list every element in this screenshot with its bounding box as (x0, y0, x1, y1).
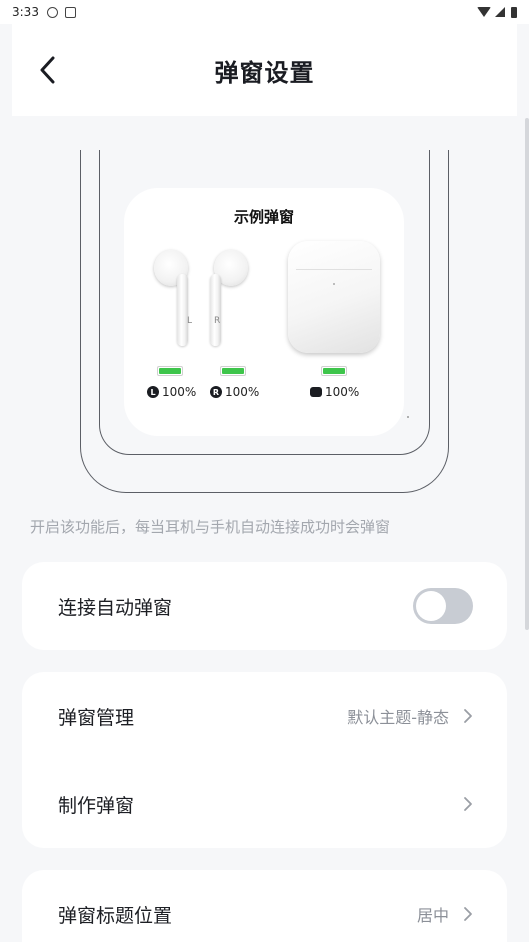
left-earbud-letter: L (187, 316, 193, 326)
status-bar: 3:33 (0, 0, 529, 24)
charging-case-image (288, 241, 380, 353)
chevron-right-icon (464, 907, 472, 921)
title-position-label: 弹窗标题位置 (58, 904, 173, 927)
right-earbud-letter: R (214, 316, 221, 326)
chevron-left-icon (40, 56, 55, 84)
decorative-dot (407, 416, 409, 418)
chevron-right-icon (464, 709, 472, 723)
back-button[interactable] (34, 56, 62, 84)
make-popup-label: 制作弹窗 (58, 794, 135, 817)
right-battery-percent: R 100% (210, 385, 259, 399)
case-badge-icon (310, 387, 322, 397)
auto-popup-label: 连接自动弹窗 (58, 596, 173, 619)
wifi-icon (477, 7, 491, 17)
auto-popup-row: 连接自动弹窗 (22, 562, 507, 650)
title-position-row[interactable]: 弹窗标题位置 居中 (22, 870, 507, 942)
right-battery-value: 100% (225, 385, 260, 399)
popup-manage-row[interactable]: 弹窗管理 默认主题-静态 (22, 672, 507, 760)
toggle-knob (416, 591, 446, 621)
left-earbud-image: L (154, 250, 194, 350)
popup-manage-value: 默认主题-静态 (347, 708, 449, 727)
example-popup-card: 示例弹窗 L R L 100% R 100% 100% (124, 188, 409, 436)
chevron-right-icon (464, 797, 472, 811)
auto-popup-toggle[interactable] (413, 588, 473, 624)
right-earbud-image: R (208, 250, 248, 350)
signal-icon (495, 7, 505, 17)
make-popup-row[interactable]: 制作弹窗 (22, 760, 507, 848)
example-popup-title: 示例弹窗 (233, 208, 294, 226)
case-battery-percent: 100% (310, 385, 359, 399)
left-battery-indicator (157, 366, 183, 376)
app-notification-icon (64, 6, 76, 18)
left-badge-icon: L (147, 386, 159, 398)
battery-status-icon (511, 6, 517, 18)
case-battery-value: 100% (325, 385, 360, 399)
title-position-value: 居中 (416, 906, 449, 925)
shield-notification-icon (46, 6, 58, 18)
case-battery-indicator (321, 366, 347, 376)
left-battery-percent: L 100% (147, 385, 196, 399)
app-header: 弹窗设置 (12, 24, 517, 116)
status-time: 3:33 (12, 5, 39, 19)
feature-description: 开启该功能后，每当耳机与手机自动连接成功时会弹窗 (30, 518, 391, 536)
page-title: 弹窗设置 (214, 58, 315, 87)
popup-title-position-card: 弹窗标题位置 居中 (22, 870, 507, 942)
popup-management-card: 弹窗管理 默认主题-静态 制作弹窗 (22, 672, 507, 848)
right-badge-icon: R (210, 386, 222, 398)
right-battery-indicator (220, 366, 246, 376)
auto-popup-card: 连接自动弹窗 (22, 562, 507, 650)
popup-manage-label: 弹窗管理 (58, 706, 135, 729)
left-battery-value: 100% (162, 385, 197, 399)
scrollbar[interactable] (525, 118, 529, 630)
